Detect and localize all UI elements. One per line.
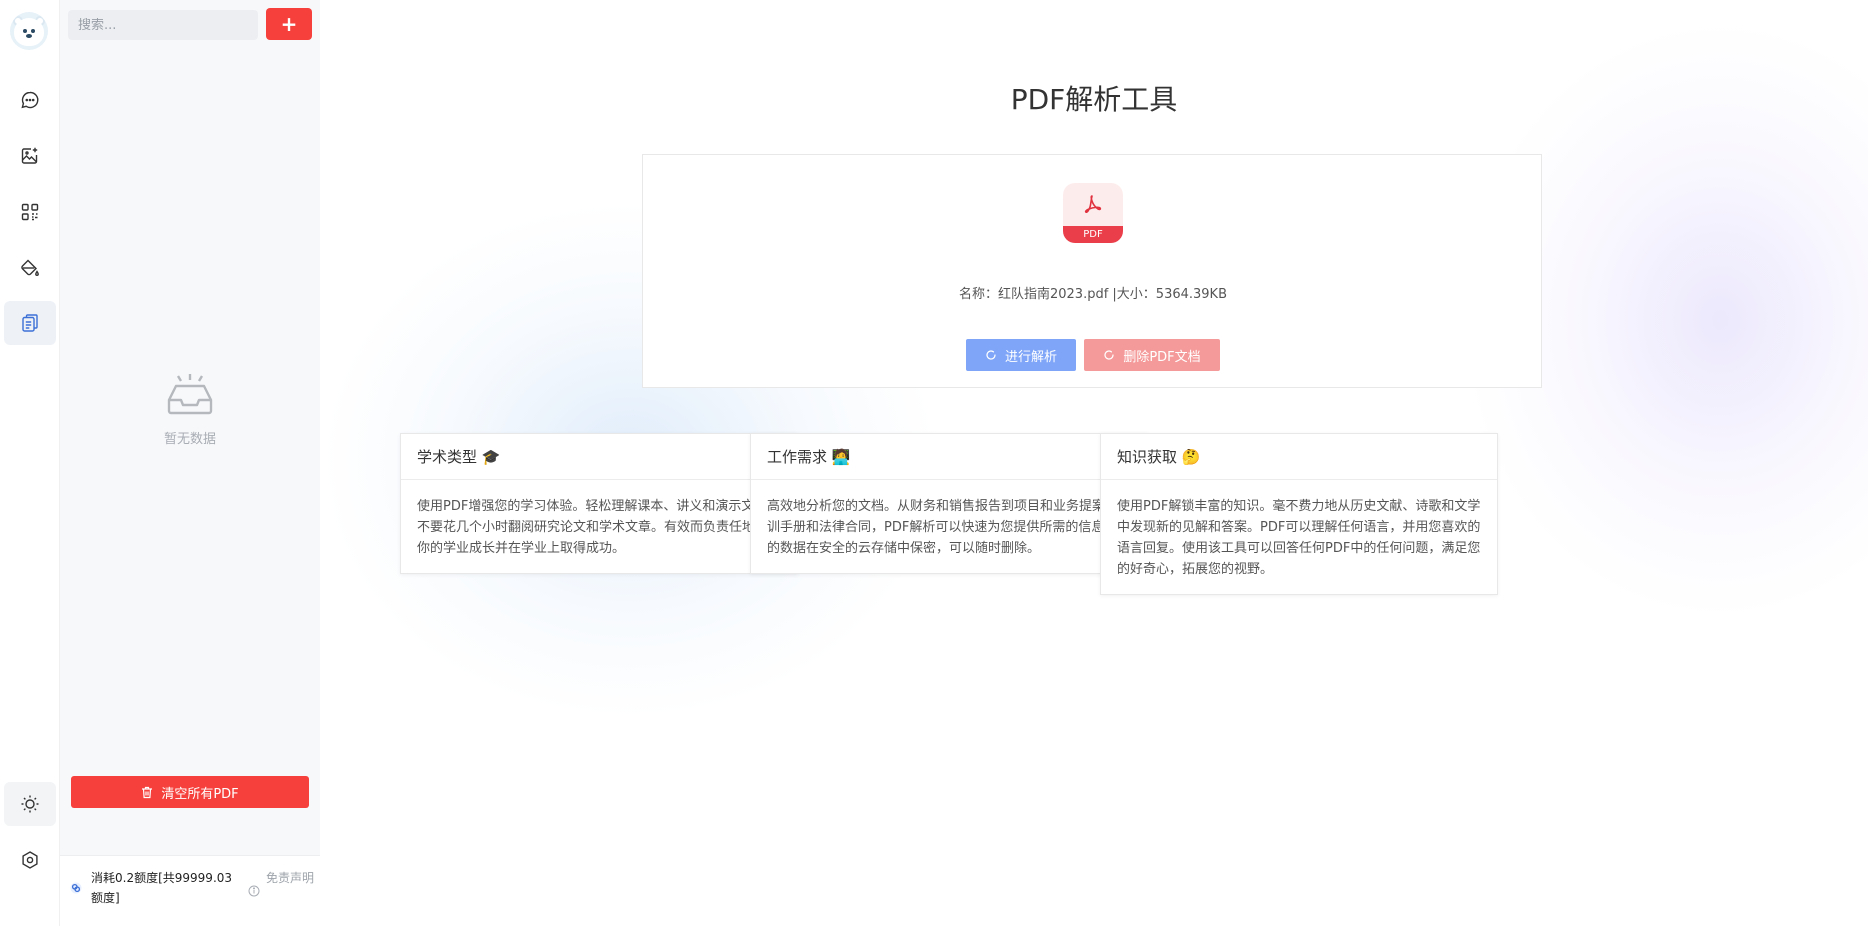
trash-icon <box>142 786 153 798</box>
apps-icon <box>21 203 39 221</box>
clear-all-pdf-button[interactable]: 清空所有PDF <box>71 776 309 808</box>
feature-title: 知识获取 🤔 <box>1101 434 1497 480</box>
add-button[interactable]: + <box>266 8 312 40</box>
empty-state: 暂无数据 <box>60 372 320 447</box>
image-icon <box>21 147 38 164</box>
paint-icon <box>21 259 39 276</box>
nav-chat[interactable] <box>4 78 56 122</box>
feature-card-work: 工作需求 🧑‍💻 高效地分析您的文档。从财务和销售报告到项目和业务提案、培训手册… <box>750 433 1148 574</box>
theme-toggle[interactable] <box>4 782 56 826</box>
pdf-badge: PDF <box>1063 226 1123 243</box>
loading-icon <box>986 350 996 360</box>
usage-text: 消耗0.2额度[共99999.03额度] <box>91 871 233 905</box>
feature-title: 工作需求 🧑‍💻 <box>751 434 1147 480</box>
nav-pdf[interactable] <box>4 301 56 345</box>
feature-description: 使用PDF解锁丰富的知识。毫不费力地从历史文献、诗歌和文学中发现新的见解和答案。… <box>1117 499 1481 577</box>
main-content: PDF解析工具 PDF 名称：红队指南2023.pdf |大小：5364.39K… <box>320 0 1868 926</box>
sidebar: + 暂无数据 清空所有PDF 消耗0.2额度[共99999.03额度] 免责声明 <box>60 0 320 926</box>
delete-pdf-button[interactable]: 删除PDF文档 <box>1084 339 1220 371</box>
feature-description: 高效地分析您的文档。从财务和销售报告到项目和业务提案、培训手册和法律合同，PDF… <box>767 499 1132 556</box>
nav-image[interactable] <box>4 134 56 178</box>
delete-pdf-label: 删除PDF文档 <box>1123 349 1201 365</box>
pdf-file-card: PDF 名称：红队指南2023.pdf |大小：5364.39KB 进行解析 删… <box>642 154 1542 388</box>
search-input[interactable] <box>78 17 248 33</box>
action-buttons: 进行解析 删除PDF文档 <box>643 339 1543 371</box>
search-box[interactable] <box>68 10 258 40</box>
chat-icon <box>21 91 39 109</box>
nav-apps[interactable] <box>4 190 56 234</box>
feature-card-knowledge: 知识获取 🤔 使用PDF解锁丰富的知识。毫不费力地从历史文献、诗歌和文学中发现新… <box>1100 433 1498 595</box>
disclaimer-link[interactable]: 免责声明 <box>265 868 315 888</box>
file-info: 名称：红队指南2023.pdf |大小：5364.39KB <box>958 287 1227 302</box>
settings-button[interactable] <box>4 838 56 882</box>
page-title: PDF解析工具 <box>1010 83 1178 116</box>
usage-footer: 消耗0.2额度[共99999.03额度] 免责声明 <box>60 855 320 926</box>
parse-button[interactable]: 进行解析 <box>966 339 1076 371</box>
clear-all-pdf-label: 清空所有PDF <box>161 786 239 802</box>
bear-logo-icon[interactable] <box>10 12 48 50</box>
feature-card-academic: 学术类型 🎓 使用PDF增强您的学习体验。轻松理解课本、讲义和演示文稿。不要花几… <box>400 433 798 574</box>
coin-icon <box>70 882 82 894</box>
settings-icon <box>22 851 38 869</box>
info-icon <box>248 885 260 897</box>
nav-paint[interactable] <box>4 246 56 290</box>
document-icon <box>22 314 38 332</box>
parse-label: 进行解析 <box>1004 349 1057 365</box>
sun-icon <box>21 795 39 813</box>
loading-icon <box>1104 350 1114 360</box>
feature-description: 使用PDF增强您的学习体验。轻松理解课本、讲义和演示文稿。不要花几个小时翻阅研究… <box>417 499 782 556</box>
empty-text: 暂无数据 <box>163 432 216 447</box>
feature-title: 学术类型 🎓 <box>401 434 797 480</box>
pdf-file-icon: PDF <box>1063 183 1123 243</box>
inbox-icon <box>167 374 213 415</box>
icon-rail <box>0 0 60 926</box>
